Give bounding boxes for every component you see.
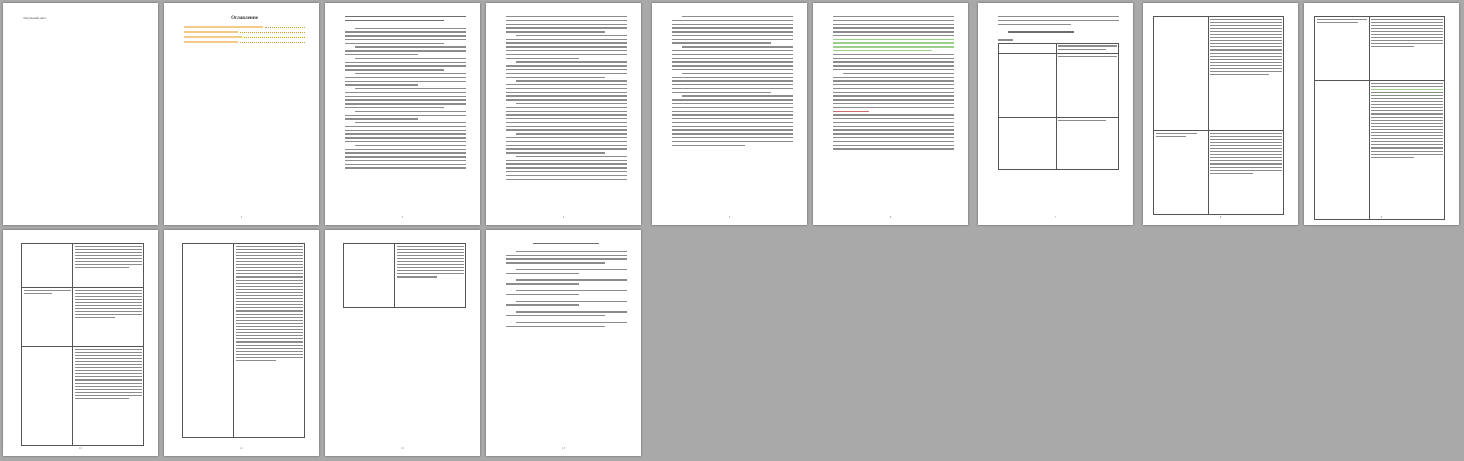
page-10-table[interactable]: 10 — [3, 230, 158, 456]
toc-item-3[interactable] — [184, 41, 305, 43]
page-4-theory[interactable]: 4 — [486, 3, 641, 225]
answer-table-cont — [20, 243, 144, 446]
page-number: 12 — [401, 446, 404, 450]
practical-heading — [1007, 31, 1075, 33]
page-7-practical[interactable]: 7 — [978, 3, 1133, 225]
page-number: 5 — [728, 215, 731, 219]
page-number: 6 — [889, 215, 892, 219]
answer-table-end — [342, 243, 466, 308]
practical-sub — [998, 39, 1013, 41]
page-2-toc[interactable]: Оглавление 2 — [164, 3, 319, 225]
document-thumbnail-view: { "document": { "title_page_text": "Титу… — [0, 0, 1464, 461]
page-3-theory[interactable]: 3 — [325, 3, 480, 225]
reference-3 — [506, 279, 627, 287]
text-block — [833, 16, 954, 211]
toc-item-2[interactable] — [184, 36, 305, 38]
text-block — [345, 16, 466, 211]
page-13-references[interactable]: 13 — [486, 230, 641, 456]
page-number: 4 — [562, 215, 565, 219]
toc-item-1[interactable] — [184, 26, 305, 28]
title-page-label: Титульный лист — [23, 16, 47, 20]
reference-1 — [506, 250, 627, 266]
reference-2 — [506, 268, 627, 277]
reference-6 — [506, 311, 627, 319]
answer-table-cont — [1314, 16, 1446, 220]
page-8-table[interactable]: 8 — [1143, 3, 1298, 225]
toc-item-1-cont — [184, 31, 305, 33]
text-block — [672, 16, 793, 211]
page-6-theory[interactable]: 6 — [813, 3, 968, 225]
page-number: 7 — [1054, 215, 1057, 219]
reference-7 — [506, 321, 627, 330]
page-number: 3 — [401, 215, 404, 219]
toc-heading: Оглавление — [231, 16, 258, 21]
page-1-title[interactable]: Титульный лист — [3, 3, 158, 225]
page-number: 11 — [240, 446, 243, 450]
page-12-table[interactable]: 12 — [325, 230, 480, 456]
page-9-table[interactable]: 9 — [1304, 3, 1459, 225]
page-5-theory[interactable]: 5 — [652, 3, 807, 225]
references-heading — [532, 243, 600, 245]
page-number: 9 — [1380, 215, 1383, 219]
page-number: 10 — [79, 446, 82, 450]
text-block — [506, 16, 627, 211]
page-11-table[interactable]: 11 — [164, 230, 319, 456]
answer-table — [998, 42, 1120, 171]
answer-table-cont — [181, 243, 305, 438]
reference-4 — [506, 290, 627, 298]
page-number: 2 — [240, 215, 243, 219]
answer-table-cont — [1153, 16, 1285, 215]
page-number: 8 — [1219, 215, 1222, 219]
reference-5 — [506, 300, 627, 309]
page-number: 13 — [562, 446, 565, 450]
